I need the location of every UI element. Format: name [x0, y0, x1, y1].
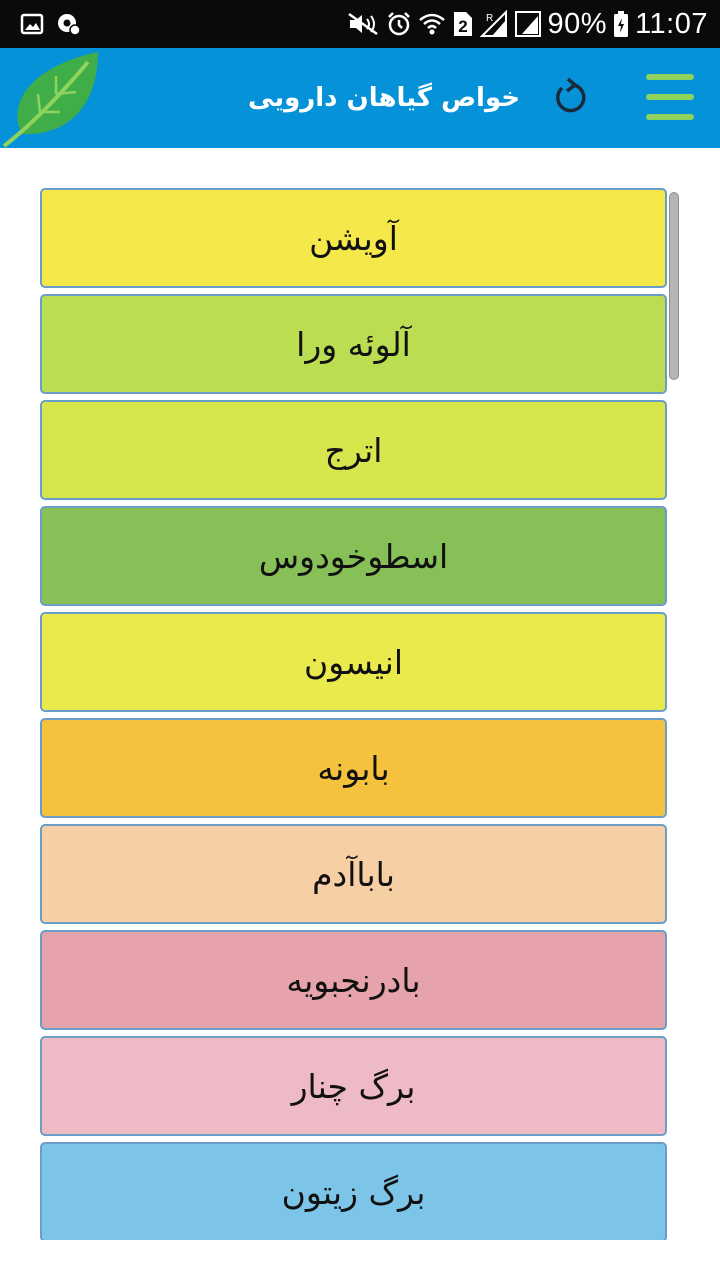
plant-name: آلوئه ورا — [296, 324, 411, 364]
plant-list-item[interactable]: آویشن — [40, 188, 667, 288]
menu-bar-middle — [646, 94, 694, 100]
plant-list-item[interactable]: برگ زیتون — [40, 1142, 667, 1240]
svg-text:2: 2 — [458, 17, 467, 36]
plant-list-item[interactable]: باباآدم — [40, 824, 667, 924]
plant-list[interactable]: آویشن آلوئه ورا اترج اسطوخودوس انیسون بابونه ب… — [40, 188, 667, 1240]
app-title: خواص گیاهان دارویی — [248, 83, 520, 113]
plant-name: انیسون — [303, 642, 404, 682]
plant-list-item[interactable]: آلوئه ورا — [40, 294, 667, 394]
plant-name: بادرنجبویه — [286, 960, 421, 1000]
battery-percent: 90% — [547, 7, 608, 40]
settings-notification-icon — [56, 11, 82, 37]
plant-list-item[interactable]: بادرنجبویه — [40, 930, 667, 1030]
plant-name: باباآدم — [312, 854, 395, 894]
plant-list-item[interactable]: اسطوخودوس — [40, 506, 667, 606]
signal-icon — [514, 10, 542, 38]
plant-name: برگ زیتون — [281, 1172, 426, 1212]
plant-name: اترج — [324, 430, 383, 470]
plant-name: بابونه — [317, 748, 390, 788]
signal-roaming-icon: R — [479, 10, 508, 38]
gallery-notification-icon — [20, 12, 44, 36]
battery-charging-icon — [613, 10, 629, 38]
status-right-icons: 2 R 90% 11:07 — [346, 6, 708, 42]
menu-bar-bottom — [646, 114, 694, 120]
status-left-icons — [20, 10, 82, 38]
hamburger-menu-button[interactable] — [640, 72, 700, 124]
leaf-logo-icon — [2, 52, 98, 148]
plant-list-item[interactable]: بابونه — [40, 718, 667, 818]
menu-bar-top — [646, 74, 694, 80]
status-bar: 2 R 90% 11:07 — [0, 0, 720, 48]
plant-list-item[interactable]: اترج — [40, 400, 667, 500]
app-bar: خواص گیاهان دارویی — [0, 48, 720, 148]
plant-list-item[interactable]: انیسون — [40, 612, 667, 712]
refresh-icon — [556, 77, 586, 113]
mute-icon — [346, 11, 380, 37]
sim-2-icon: 2 — [452, 10, 474, 38]
plant-name: برگ چنار — [291, 1066, 416, 1106]
wifi-icon — [418, 11, 446, 37]
refresh-button[interactable] — [548, 76, 592, 120]
plant-name: آویشن — [309, 218, 398, 258]
plant-name: اسطوخودوس — [258, 536, 449, 576]
plant-list-item[interactable]: برگ چنار — [40, 1036, 667, 1136]
svg-text:R: R — [486, 13, 493, 24]
clock: 11:07 — [635, 7, 708, 40]
alarm-icon — [386, 11, 412, 37]
scrollbar[interactable] — [669, 192, 679, 380]
